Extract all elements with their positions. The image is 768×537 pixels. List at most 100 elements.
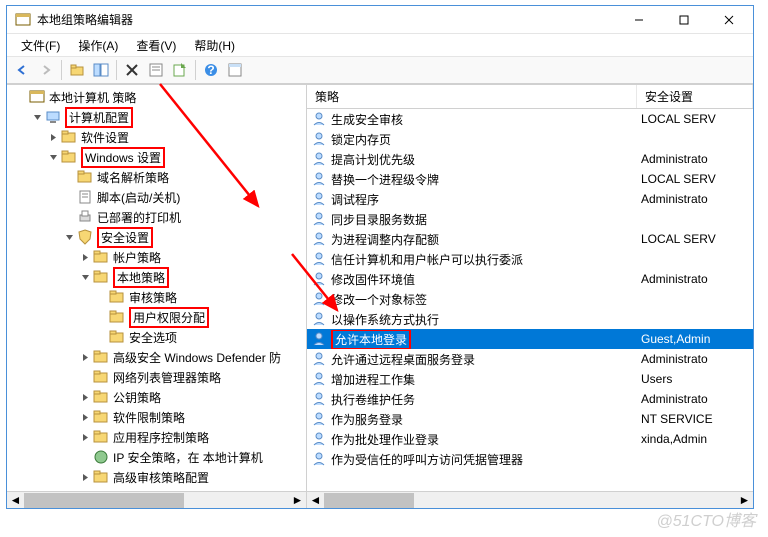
show-hide-tree-button[interactable] — [90, 59, 112, 81]
properties-button[interactable] — [145, 59, 167, 81]
collapse-icon[interactable] — [63, 231, 75, 243]
tree-label: 计算机配置 — [65, 107, 133, 128]
scroll-left-button[interactable]: ◄ — [7, 493, 24, 508]
menubar: 文件(F) 操作(A) 查看(V) 帮助(H) — [7, 34, 753, 56]
tree-item[interactable]: 安全设置 — [7, 227, 306, 247]
tree-item[interactable]: 本地计算机 策略 — [7, 87, 306, 107]
workspace: 本地计算机 策略计算机配置软件设置Windows 设置域名解析策略脚本(启动/关… — [7, 84, 753, 508]
collapse-icon[interactable] — [79, 271, 91, 283]
expand-icon[interactable] — [79, 391, 91, 403]
column-policy[interactable]: 策略 — [307, 85, 637, 108]
policy-row[interactable]: 信任计算机和用户帐户可以执行委派 — [307, 249, 753, 269]
collapse-icon[interactable] — [31, 111, 43, 123]
tree-item[interactable]: 计算机配置 — [7, 107, 306, 127]
column-security[interactable]: 安全设置 — [637, 85, 753, 108]
tree-panel: 本地计算机 策略计算机配置软件设置Windows 设置域名解析策略脚本(启动/关… — [7, 85, 307, 508]
tree-label: 用户权限分配 — [129, 307, 209, 328]
policy-row[interactable]: 生成安全审核LOCAL SERV — [307, 109, 753, 129]
tree-item[interactable]: 已部署的打印机 — [7, 207, 306, 227]
policy-row[interactable]: 替换一个进程级令牌LOCAL SERV — [307, 169, 753, 189]
scroll-right-button[interactable]: ► — [736, 493, 753, 508]
policy-list[interactable]: 生成安全审核LOCAL SERV锁定内存页提高计划优先级Administrato… — [307, 109, 753, 491]
policy-row[interactable]: 作为批处理作业登录xinda,Admin — [307, 429, 753, 449]
policy-row[interactable]: 作为服务登录NT SERVICE — [307, 409, 753, 429]
help-button[interactable]: ? — [200, 59, 222, 81]
policy-setting: Users — [637, 372, 727, 386]
scroll-right-button[interactable]: ► — [289, 493, 306, 508]
up-button[interactable] — [66, 59, 88, 81]
policy-setting: Guest,Admin — [637, 332, 727, 346]
policy-row[interactable]: 增加进程工作集Users — [307, 369, 753, 389]
tree-item[interactable]: IP 安全策略，在 本地计算机 — [7, 447, 306, 467]
tree-view[interactable]: 本地计算机 策略计算机配置软件设置Windows 设置域名解析策略脚本(启动/关… — [7, 85, 306, 491]
tree-item[interactable]: 公钥策略 — [7, 387, 306, 407]
scroll-thumb[interactable] — [324, 493, 414, 508]
minimize-button[interactable] — [616, 7, 661, 33]
policy-name: 生成安全审核 — [331, 111, 403, 128]
tree-label: 脚本(启动/关机) — [97, 189, 180, 206]
refresh-button[interactable] — [224, 59, 246, 81]
policy-icon — [311, 451, 327, 467]
delete-button[interactable] — [121, 59, 143, 81]
tree-label: 本地计算机 策略 — [49, 89, 136, 106]
policy-row[interactable]: 执行卷维护任务Administrato — [307, 389, 753, 409]
list-header: 策略 安全设置 — [307, 85, 753, 109]
policy-row[interactable]: 允许通过远程桌面服务登录Administrato — [307, 349, 753, 369]
policy-icon — [311, 271, 327, 287]
policy-row[interactable]: 修改一个对象标签 — [307, 289, 753, 309]
expand-icon[interactable] — [79, 251, 91, 263]
policy-row[interactable]: 允许本地登录Guest,Admin — [307, 329, 753, 349]
expand-icon[interactable] — [79, 431, 91, 443]
tree-item[interactable]: 应用程序控制策略 — [7, 427, 306, 447]
forward-button[interactable] — [35, 59, 57, 81]
tree-item[interactable]: 审核策略 — [7, 287, 306, 307]
policy-row[interactable]: 为进程调整内存配额LOCAL SERV — [307, 229, 753, 249]
expand-icon[interactable] — [79, 411, 91, 423]
scroll-left-button[interactable]: ◄ — [307, 493, 324, 508]
tree-item[interactable]: 脚本(启动/关机) — [7, 187, 306, 207]
policy-name: 信任计算机和用户帐户可以执行委派 — [331, 251, 523, 268]
tree-item[interactable]: 安全选项 — [7, 327, 306, 347]
menu-view[interactable]: 查看(V) — [128, 35, 184, 56]
policy-row[interactable]: 同步目录服务数据 — [307, 209, 753, 229]
policy-name: 作为受信任的呼叫方访问凭据管理器 — [331, 451, 523, 468]
tree-item[interactable]: 本地策略 — [7, 267, 306, 287]
tree-item[interactable]: 帐户策略 — [7, 247, 306, 267]
tree-spacer — [95, 291, 107, 303]
policy-row[interactable]: 锁定内存页 — [307, 129, 753, 149]
policy-row[interactable]: 调试程序Administrato — [307, 189, 753, 209]
policy-setting: Administrato — [637, 152, 727, 166]
tree-item[interactable]: 软件限制策略 — [7, 407, 306, 427]
titlebar: 本地组策略编辑器 — [7, 6, 753, 34]
policy-row[interactable]: 修改固件环境值Administrato — [307, 269, 753, 289]
collapse-icon[interactable] — [47, 151, 59, 163]
tree-item[interactable]: Windows 设置 — [7, 147, 306, 167]
policy-row[interactable]: 以操作系统方式执行 — [307, 309, 753, 329]
tree-item[interactable]: 域名解析策略 — [7, 167, 306, 187]
menu-file[interactable]: 文件(F) — [13, 35, 68, 56]
tree-scrollbar-h[interactable]: ◄ ► — [7, 491, 306, 508]
export-button[interactable] — [169, 59, 191, 81]
menu-action[interactable]: 操作(A) — [70, 35, 126, 56]
tree-label: 软件限制策略 — [113, 409, 185, 426]
expand-icon[interactable] — [79, 471, 91, 483]
menu-help[interactable]: 帮助(H) — [186, 35, 243, 56]
expand-icon[interactable] — [79, 351, 91, 363]
close-button[interactable] — [706, 7, 751, 33]
tree-label: 应用程序控制策略 — [113, 429, 209, 446]
list-scrollbar-h[interactable]: ◄ ► — [307, 491, 753, 508]
tree-item[interactable]: 软件设置 — [7, 127, 306, 147]
app-icon — [15, 12, 31, 28]
back-button[interactable] — [11, 59, 33, 81]
tree-label: 安全选项 — [129, 329, 177, 346]
tree-label: 安全设置 — [97, 227, 153, 248]
policy-row[interactable]: 作为受信任的呼叫方访问凭据管理器 — [307, 449, 753, 469]
tree-item[interactable]: 高级审核策略配置 — [7, 467, 306, 487]
expand-icon[interactable] — [47, 131, 59, 143]
policy-row[interactable]: 提高计划优先级Administrato — [307, 149, 753, 169]
scroll-thumb[interactable] — [24, 493, 184, 508]
tree-item[interactable]: 网络列表管理器策略 — [7, 367, 306, 387]
tree-item[interactable]: 高级安全 Windows Defender 防 — [7, 347, 306, 367]
maximize-button[interactable] — [661, 7, 706, 33]
tree-item[interactable]: 用户权限分配 — [7, 307, 306, 327]
